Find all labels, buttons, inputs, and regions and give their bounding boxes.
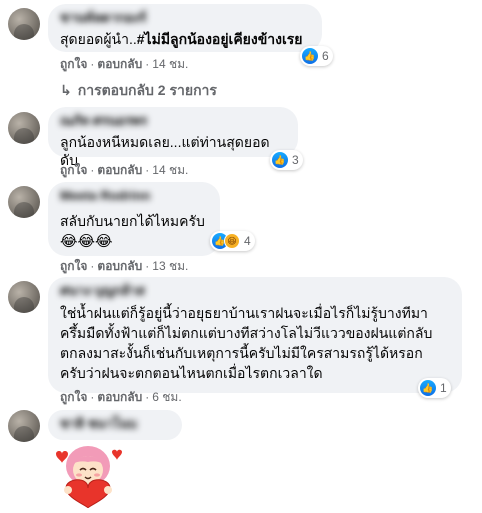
comment-author[interactable]: ชานท์ลดากองร์: [60, 10, 310, 26]
comment-bubble: Meeta Rodrinn สลับกับนายกได้ไหมครับ 😂😂😂: [48, 182, 220, 256]
laughing-emoji: 😂😂😂: [60, 233, 113, 250]
reaction-count: 3: [292, 153, 299, 167]
comment-bubble: ชานท์ลดากองร์ สุดยอดผู้นำ..#ไม่มีลูกน้อง…: [48, 4, 322, 52]
reply-button[interactable]: ตอบกลับ: [97, 163, 142, 177]
avatar[interactable]: [8, 112, 40, 144]
girl-with-heart-sticker: [56, 446, 122, 509]
comment-time[interactable]: 14 ชม.: [152, 163, 188, 177]
like-button[interactable]: ถูกใจ: [60, 390, 87, 404]
comment-bubble: ศนาง บุญกล้าส ใช่น้ำฝนแต่ก็รู้อยู่นี้ว่า…: [48, 277, 462, 393]
sticker-image[interactable]: [48, 442, 128, 509]
avatar[interactable]: [8, 186, 40, 218]
reply-button[interactable]: ตอบกลับ: [97, 390, 142, 404]
reaction-summary[interactable]: 👍 😆 4: [210, 231, 255, 251]
avatar[interactable]: [8, 281, 40, 313]
reaction-count: 6: [322, 49, 329, 63]
haha-icon: 😆: [224, 233, 240, 249]
like-button[interactable]: ถูกใจ: [60, 57, 87, 71]
hashtag-link[interactable]: #ไม่มีลูกน้องอยู่เคียงข้างเรย: [137, 31, 303, 47]
comment-text: สลับกับนายกได้ไหมครับ: [60, 213, 205, 229]
reaction-summary[interactable]: 👍 6: [300, 46, 333, 66]
comment-author[interactable]: ชาลิ ชนาโนบ: [60, 416, 170, 432]
like-icon: 👍: [420, 380, 436, 396]
reaction-count: 1: [440, 381, 447, 395]
comment-actions: ถูกใจ · ตอบกลับ · 6 ชม.: [60, 390, 182, 404]
view-replies-link[interactable]: ↳ การตอบกลับ 2 รายการ: [60, 80, 217, 102]
comment-actions: ถูกใจ · ตอบกลับ · 14 ชม.: [60, 57, 189, 71]
comment-time[interactable]: 14 ชม.: [152, 57, 188, 71]
comment-text: สุดยอดผู้นำ..#ไม่มีลูกน้องอยู่เคียงข้างเ…: [60, 31, 303, 47]
reply-button[interactable]: ตอบกลับ: [97, 259, 142, 273]
like-icon: 👍: [302, 48, 318, 64]
comment-actions: ถูกใจ · ตอบกลับ · 13 ชม.: [60, 259, 189, 273]
reaction-summary[interactable]: 👍 1: [418, 378, 451, 398]
comment-bubble: ชาลิ ชนาโนบ: [48, 410, 182, 440]
comment-author[interactable]: Meeta Rodrinn: [60, 188, 150, 204]
comment-text: ใช่น้ำฝนแต่ก็รู้อยู่นี้ว่าอยุธยาบ้านเราฝ…: [60, 305, 433, 381]
reply-button[interactable]: ตอบกลับ: [97, 57, 142, 71]
avatar[interactable]: [8, 410, 40, 442]
reaction-summary[interactable]: 👍 3: [270, 150, 303, 170]
reaction-count: 4: [244, 234, 251, 248]
comment-author[interactable]: ศนาง บุญกล้าส: [60, 283, 156, 299]
comment-author[interactable]: ณภัท ศรนอรพร: [60, 113, 150, 129]
comment-bubble: ณภัท ศรนอรพร ลูกน้องหนีหมดเลย...แต่ท่านส…: [48, 107, 298, 168]
comment-time[interactable]: 13 ชม.: [152, 259, 188, 273]
reply-arrow-icon: ↳: [60, 82, 72, 98]
avatar[interactable]: [8, 8, 40, 40]
like-icon: 👍: [272, 152, 288, 168]
like-button[interactable]: ถูกใจ: [60, 259, 87, 273]
like-button[interactable]: ถูกใจ: [60, 163, 87, 177]
comment-time[interactable]: 6 ชม.: [152, 390, 181, 404]
comment-actions: ถูกใจ · ตอบกลับ · 14 ชม.: [60, 163, 189, 177]
